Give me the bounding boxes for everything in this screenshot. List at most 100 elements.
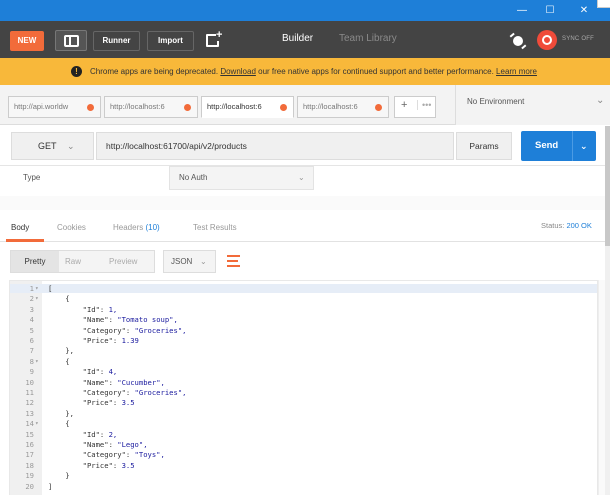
more-tabs-icon[interactable]: ••• xyxy=(417,100,431,110)
request-tabs-bar: http://api.worldw http://localhost:6 htt… xyxy=(0,85,610,125)
request-tab[interactable]: http://localhost:6 xyxy=(104,96,198,118)
download-link[interactable]: Download xyxy=(220,67,256,76)
auth-type-label: Type xyxy=(23,173,41,182)
close-icon[interactable]: ✕ xyxy=(570,0,598,21)
code-line: 13 }, xyxy=(10,409,597,418)
line-number: 3 xyxy=(29,304,34,314)
response-status: Status: 200 OK xyxy=(541,221,592,230)
add-tab-icon[interactable]: + xyxy=(401,99,407,111)
sync-icon[interactable] xyxy=(537,30,557,50)
code-text: "Name": "Cucumber", xyxy=(48,377,165,387)
code-line: 5 "Category": "Groceries", xyxy=(10,326,597,335)
page-scrollbar[interactable] xyxy=(605,126,610,495)
response-view-toolbar: Pretty Raw Preview JSON ⌄ xyxy=(0,242,610,280)
code-line: 16 "Name": "Lego", xyxy=(10,440,597,449)
unsaved-dot-icon xyxy=(280,104,287,111)
tab-headers[interactable]: Headers (10) xyxy=(113,223,160,232)
fold-toggle-icon[interactable]: ▾ xyxy=(35,419,43,428)
line-number: 6 xyxy=(29,336,34,345)
code-text: { xyxy=(48,419,70,429)
raw-view-button[interactable]: Raw xyxy=(65,251,81,272)
response-body-editor[interactable]: 1 ▾[2 ▾ {3 "Id": 1, 4 "Name": "Tomato soup"… xyxy=(9,280,598,495)
send-button[interactable]: Send ⌄ xyxy=(521,131,596,161)
line-number: 4 xyxy=(29,315,34,325)
code-line: 18 "Price": 3.5 xyxy=(10,461,597,470)
code-text: "Id": 1, xyxy=(48,304,118,314)
wrap-lines-icon xyxy=(227,255,240,257)
window-titlebar: — ☐ ✕ xyxy=(0,0,610,21)
params-button[interactable]: Params xyxy=(456,132,512,160)
unsaved-dot-icon xyxy=(184,104,191,111)
preview-view-button[interactable]: Preview xyxy=(109,251,137,272)
chevron-down-icon: ⌄ xyxy=(67,141,75,151)
code-line: 15 "Id": 2, xyxy=(10,430,597,439)
minimize-icon[interactable]: — xyxy=(508,0,536,21)
line-number: 10 xyxy=(25,377,34,387)
maximize-icon[interactable]: ☐ xyxy=(536,0,564,21)
request-tab[interactable]: http://api.worldw xyxy=(8,96,101,118)
code-line: 1 ▾ [ xyxy=(10,284,597,294)
headers-count: (10) xyxy=(145,223,160,232)
line-number: 14 xyxy=(25,419,34,429)
learn-more-link[interactable]: Learn more xyxy=(496,67,537,76)
auth-type-select[interactable]: No Auth ⌄ xyxy=(169,166,314,190)
runner-button[interactable]: Runner xyxy=(93,31,140,51)
line-number: 2 xyxy=(29,294,34,304)
new-button[interactable]: NEW xyxy=(10,31,44,51)
code-line: 20] xyxy=(10,482,597,491)
code-text: "Name": "Lego", xyxy=(48,440,148,449)
new-window-button[interactable]: + xyxy=(203,30,225,51)
warning-icon: ! xyxy=(71,66,82,77)
line-number: 8 xyxy=(29,356,34,366)
line-number: 7 xyxy=(29,346,34,356)
code-text: { xyxy=(48,356,70,366)
line-number: 1 xyxy=(29,284,34,293)
code-line: 12 "Price": 3.5 xyxy=(10,398,597,407)
team-library-tab[interactable]: Team Library xyxy=(339,33,397,44)
code-text: "Price": 3.5 xyxy=(48,398,135,408)
tab-cookies[interactable]: Cookies xyxy=(57,223,86,232)
view-mode-group: Pretty Raw Preview xyxy=(10,250,155,273)
line-number: 20 xyxy=(25,481,34,491)
code-line: 3 "Id": 1, xyxy=(10,305,597,314)
sync-status-label: SYNC OFF xyxy=(562,36,594,42)
tab-test-results[interactable]: Test Results xyxy=(193,223,237,232)
code-line: 11 "Category": "Groceries", xyxy=(10,388,597,397)
request-tab-active[interactable]: http://localhost:6 xyxy=(201,96,294,118)
url-input[interactable]: http://localhost:61700/api/v2/products xyxy=(96,132,454,160)
interceptor-satellite-icon[interactable] xyxy=(508,31,528,51)
code-text: }, xyxy=(48,346,74,356)
fold-toggle-icon[interactable]: ▾ xyxy=(35,284,43,293)
banner-text: Chrome apps are being deprecated. Downlo… xyxy=(90,67,537,76)
deprecation-banner: ! Chrome apps are being deprecated. Down… xyxy=(0,58,610,85)
add-tab-group: + ••• xyxy=(394,96,436,118)
format-select[interactable]: JSON ⌄ xyxy=(163,250,216,273)
request-tab[interactable]: http://localhost:6 xyxy=(297,96,389,118)
tab-body[interactable]: Body xyxy=(11,223,29,232)
import-button[interactable]: Import xyxy=(147,31,194,51)
builder-tab[interactable]: Builder xyxy=(282,33,313,44)
code-text: ] xyxy=(48,481,53,491)
scrollbar-thumb[interactable] xyxy=(605,126,610,246)
line-number: 13 xyxy=(25,408,34,418)
code-line: 14 ▾ { xyxy=(10,419,597,428)
pretty-view-button[interactable]: Pretty xyxy=(11,251,59,272)
method-select[interactable]: GET ⌄ xyxy=(11,132,94,160)
send-options-chevron-icon[interactable]: ⌄ xyxy=(580,131,588,161)
wrap-lines-button[interactable] xyxy=(222,250,246,273)
code-line: 17 "Category": "Toys", xyxy=(10,450,597,459)
response-tabs: Body Cookies Headers (10) Test Results S… xyxy=(0,210,610,242)
request-url-bar: GET ⌄ http://localhost:61700/api/v2/prod… xyxy=(0,126,610,166)
code-text: } xyxy=(48,471,70,481)
code-text: "Category": "Groceries", xyxy=(48,388,187,397)
line-number: 17 xyxy=(25,450,34,460)
fold-toggle-icon[interactable]: ▾ xyxy=(35,357,43,366)
toggle-sidebar-button[interactable] xyxy=(55,30,87,51)
code-line: 8 ▾ { xyxy=(10,357,597,366)
code-line: 6 "Price": 1.39 xyxy=(10,336,597,345)
code-line: 9 "Id": 4, xyxy=(10,367,597,376)
status-value: 200 OK xyxy=(566,221,592,230)
fold-toggle-icon[interactable]: ▾ xyxy=(35,294,43,303)
code-line: 4 "Name": "Tomato soup", xyxy=(10,315,597,324)
environment-selector[interactable]: No Environment ⌄ xyxy=(455,85,610,125)
